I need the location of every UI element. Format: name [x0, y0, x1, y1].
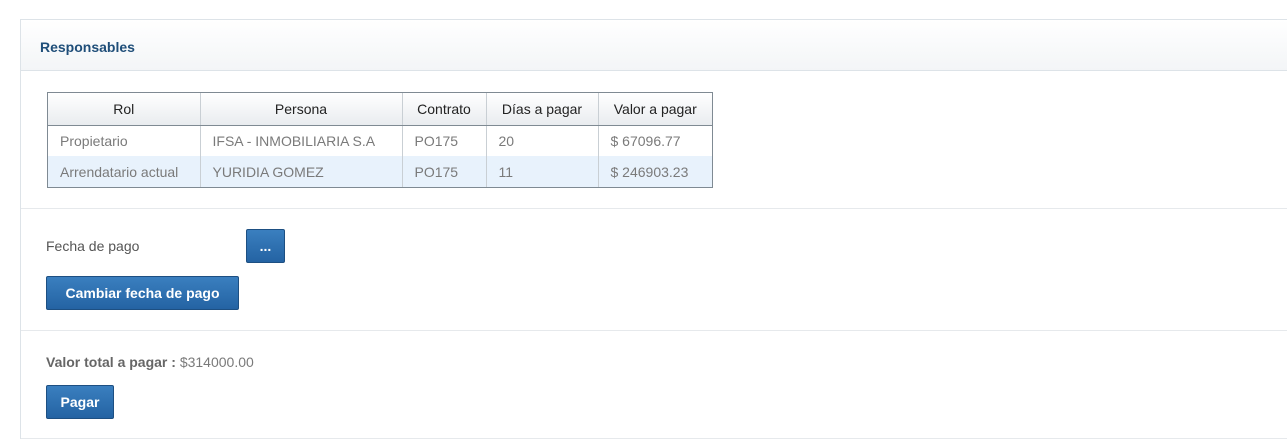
responsables-table: Rol Persona Contrato Días a pagar Valor …: [47, 92, 713, 188]
column-header-valor-a-pagar: Valor a pagar: [598, 93, 712, 126]
panel-title: Responsables: [40, 39, 135, 55]
cell-contrato: PO175: [402, 156, 487, 187]
cell-persona: IFSA - INMOBILIARIA S.A: [200, 125, 403, 156]
responsables-panel: Responsables Rol Persona Contrato Días a…: [20, 19, 1287, 439]
total-to-pay: Valor total a pagar : $314000.00: [46, 354, 254, 370]
total-to-pay-value: $314000.00: [179, 354, 254, 370]
cell-persona: YURIDIA GOMEZ: [200, 156, 403, 187]
cell-rol: Propietario: [48, 125, 201, 156]
pay-button[interactable]: Pagar: [46, 385, 114, 419]
divider: [21, 330, 1287, 331]
total-to-pay-label: Valor total a pagar :: [46, 354, 176, 370]
cell-valor-a-pagar: $ 246903.23: [598, 156, 712, 187]
cell-valor-a-pagar: $ 67096.77: [610, 132, 681, 149]
cell-dias-a-pagar: 20: [486, 125, 599, 156]
table-row: Arrendatario actual YURIDIA GOMEZ PO175 …: [48, 156, 712, 187]
change-payment-date-button[interactable]: Cambiar fecha de pago: [46, 276, 239, 310]
cell-rol: Arrendatario actual: [48, 156, 201, 187]
divider: [21, 208, 1287, 209]
cell-contrato: PO175: [402, 125, 487, 156]
panel-header: Responsables: [21, 20, 1287, 71]
column-header-rol: Rol: [48, 93, 201, 126]
column-header-dias-a-pagar: Días a pagar: [486, 93, 599, 126]
column-header-contrato: Contrato: [402, 93, 487, 126]
fecha-de-pago-label: Fecha de pago: [46, 238, 140, 254]
column-header-persona: Persona: [200, 93, 403, 126]
date-picker-button[interactable]: ...: [246, 229, 285, 263]
cell-dias-a-pagar: 11: [486, 156, 599, 187]
table-row: Propietario IFSA - INMOBILIARIA S.A PO17…: [48, 125, 712, 156]
table-header-row: Rol Persona Contrato Días a pagar Valor …: [48, 93, 712, 126]
